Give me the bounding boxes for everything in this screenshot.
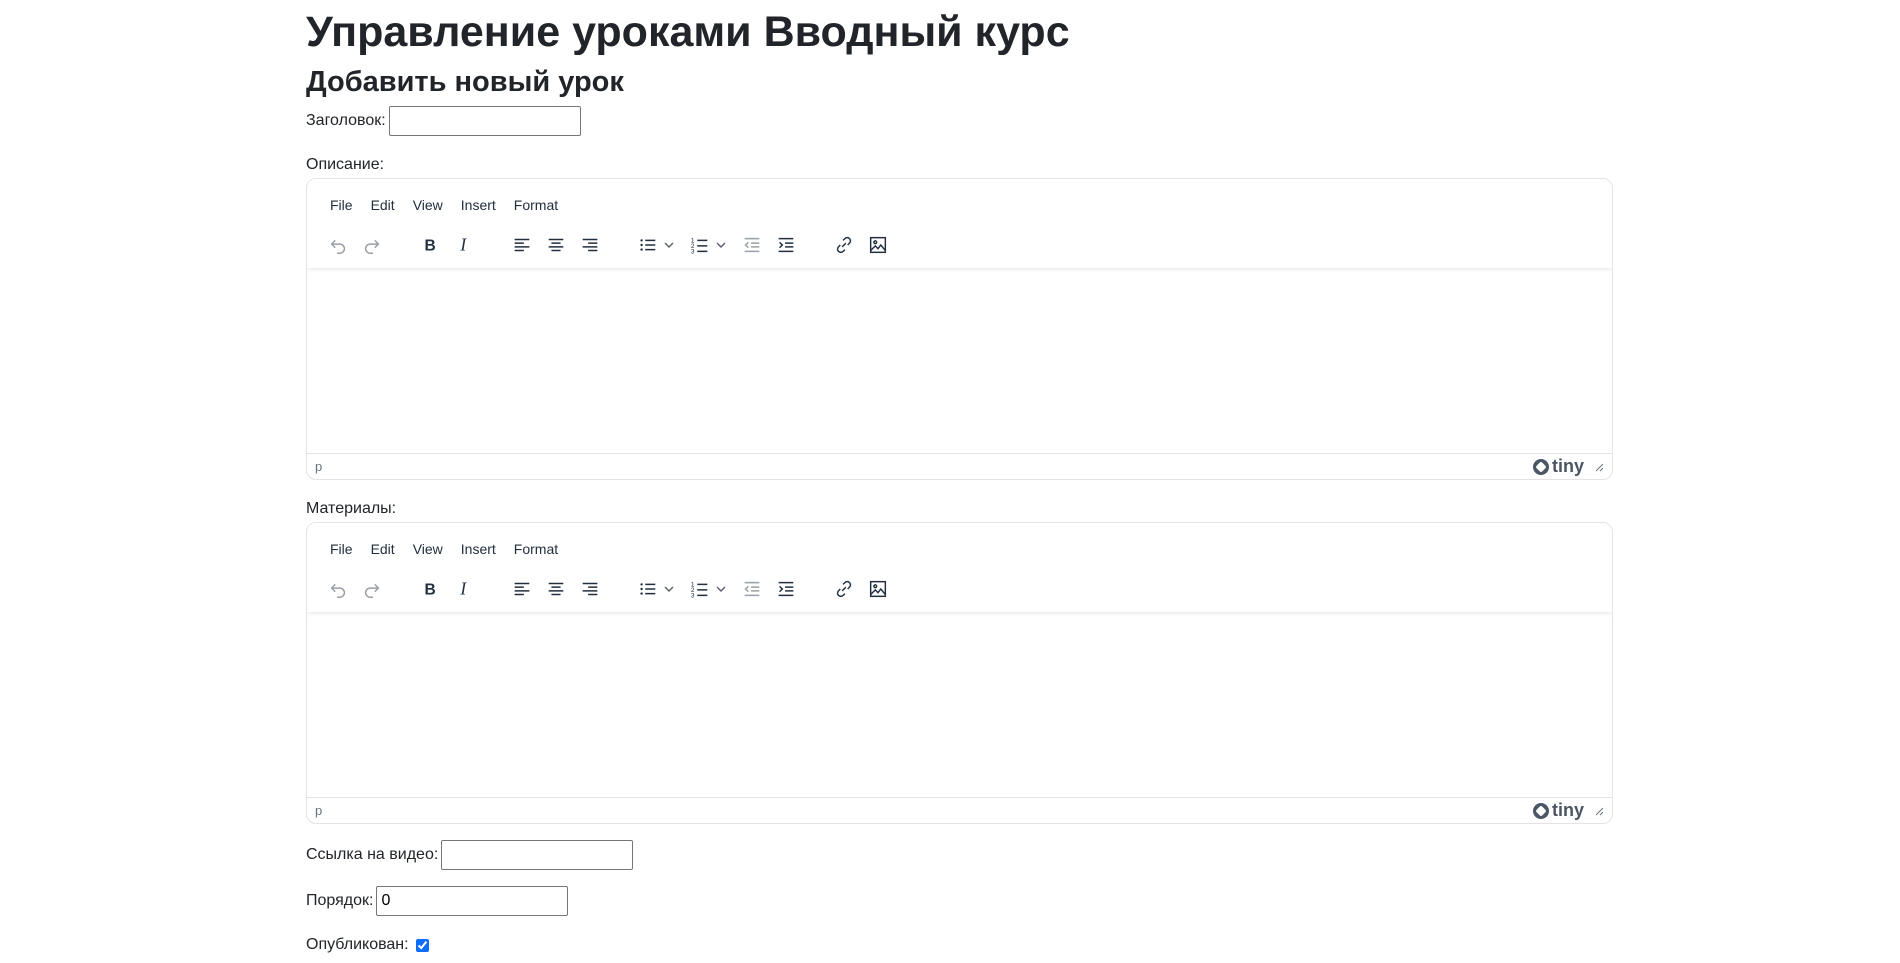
svg-text:I: I (459, 235, 467, 255)
description-editor: File Edit View Insert Format B I 1 2 3 p… (306, 178, 1613, 480)
materials-label: Материалы: (306, 500, 397, 517)
align-center-icon[interactable] (539, 228, 573, 262)
menu-file[interactable]: File (321, 193, 362, 219)
editor-menubar: File Edit View Insert Format (307, 179, 1612, 219)
svg-text:I: I (459, 579, 467, 599)
menu-insert[interactable]: Insert (452, 537, 505, 563)
align-left-icon[interactable] (505, 228, 539, 262)
tiny-logo-icon (1532, 458, 1549, 475)
link-icon[interactable] (827, 572, 861, 606)
menu-view[interactable]: View (404, 537, 452, 563)
form-title: Добавить новый урок (306, 66, 624, 98)
undo-icon[interactable] (321, 228, 355, 262)
video-row: Ссылка на видео: (306, 840, 634, 870)
page-title: Управление уроками Вводный курс (306, 8, 1070, 56)
materials-editor-body[interactable] (307, 612, 1612, 798)
menu-file[interactable]: File (321, 537, 362, 563)
editor-menubar: File Edit View Insert Format (307, 523, 1612, 563)
outdent-icon[interactable] (735, 228, 769, 262)
order-row: Порядок: (306, 886, 569, 916)
resize-handle-icon[interactable] (1594, 462, 1604, 472)
video-url-input[interactable] (441, 840, 634, 870)
order-input[interactable] (376, 886, 569, 916)
outdent-icon[interactable] (735, 572, 769, 606)
image-icon[interactable] (861, 572, 895, 606)
materials-editor: File Edit View Insert Format B I 1 2 3 p… (306, 522, 1613, 824)
svg-text:3: 3 (691, 592, 695, 599)
chevron-down-icon (716, 242, 726, 248)
chevron-down-icon (716, 586, 726, 592)
title-label: Заголовок: (306, 112, 386, 129)
description-editor-body[interactable] (307, 268, 1612, 454)
align-left-icon[interactable] (505, 572, 539, 606)
editor-header: File Edit View Insert Format B I 1 2 3 (307, 179, 1612, 268)
bold-icon[interactable]: B (413, 228, 447, 262)
numbered-list-icon[interactable]: 123 (683, 228, 735, 262)
title-row: Заголовок: (306, 106, 581, 136)
editor-toolbar: B I 123 (307, 219, 1612, 267)
chevron-down-icon (664, 586, 674, 592)
resize-handle-icon[interactable] (1594, 806, 1604, 816)
indent-icon[interactable] (769, 572, 803, 606)
editor-statusbar: p tiny (307, 797, 1612, 823)
svg-text:3: 3 (691, 248, 695, 255)
undo-icon[interactable] (321, 572, 355, 606)
link-icon[interactable] (827, 228, 861, 262)
image-icon[interactable] (861, 228, 895, 262)
brand-text: tiny (1551, 456, 1584, 476)
tiny-brand[interactable]: tiny (1532, 456, 1604, 477)
published-row: Опубликован: (306, 936, 429, 954)
menu-format[interactable]: Format (505, 537, 567, 563)
description-label: Описание: (306, 156, 385, 173)
editor-header: File Edit View Insert Format B I 1 2 3 (307, 523, 1612, 612)
svg-text:B: B (425, 238, 436, 255)
title-input[interactable] (388, 106, 581, 136)
menu-insert[interactable]: Insert (452, 193, 505, 219)
brand-text: tiny (1551, 800, 1584, 820)
italic-icon[interactable]: I (447, 228, 481, 262)
redo-icon[interactable] (355, 228, 389, 262)
menu-edit[interactable]: Edit (362, 537, 404, 563)
redo-icon[interactable] (355, 572, 389, 606)
published-label: Опубликован: (306, 936, 409, 953)
bold-icon[interactable]: B (413, 572, 447, 606)
bullet-list-icon[interactable] (631, 228, 683, 262)
editor-toolbar: B I 123 (307, 563, 1612, 611)
editor-statusbar: p tiny (307, 453, 1612, 479)
menu-view[interactable]: View (404, 193, 452, 219)
tiny-logo-icon (1532, 802, 1549, 819)
element-path[interactable]: p (315, 459, 322, 474)
published-checkbox[interactable] (415, 938, 429, 952)
italic-icon[interactable]: I (447, 572, 481, 606)
indent-icon[interactable] (769, 228, 803, 262)
bullet-list-icon[interactable] (631, 572, 683, 606)
align-right-icon[interactable] (573, 228, 607, 262)
align-center-icon[interactable] (539, 572, 573, 606)
menu-edit[interactable]: Edit (362, 193, 404, 219)
chevron-down-icon (664, 242, 674, 248)
numbered-list-icon[interactable]: 123 (683, 572, 735, 606)
align-right-icon[interactable] (573, 572, 607, 606)
tiny-brand[interactable]: tiny (1532, 800, 1604, 821)
order-label: Порядок: (306, 892, 374, 909)
menu-format[interactable]: Format (505, 193, 567, 219)
element-path[interactable]: p (315, 803, 322, 818)
video-label: Ссылка на видео: (306, 846, 439, 863)
svg-text:B: B (425, 582, 436, 599)
